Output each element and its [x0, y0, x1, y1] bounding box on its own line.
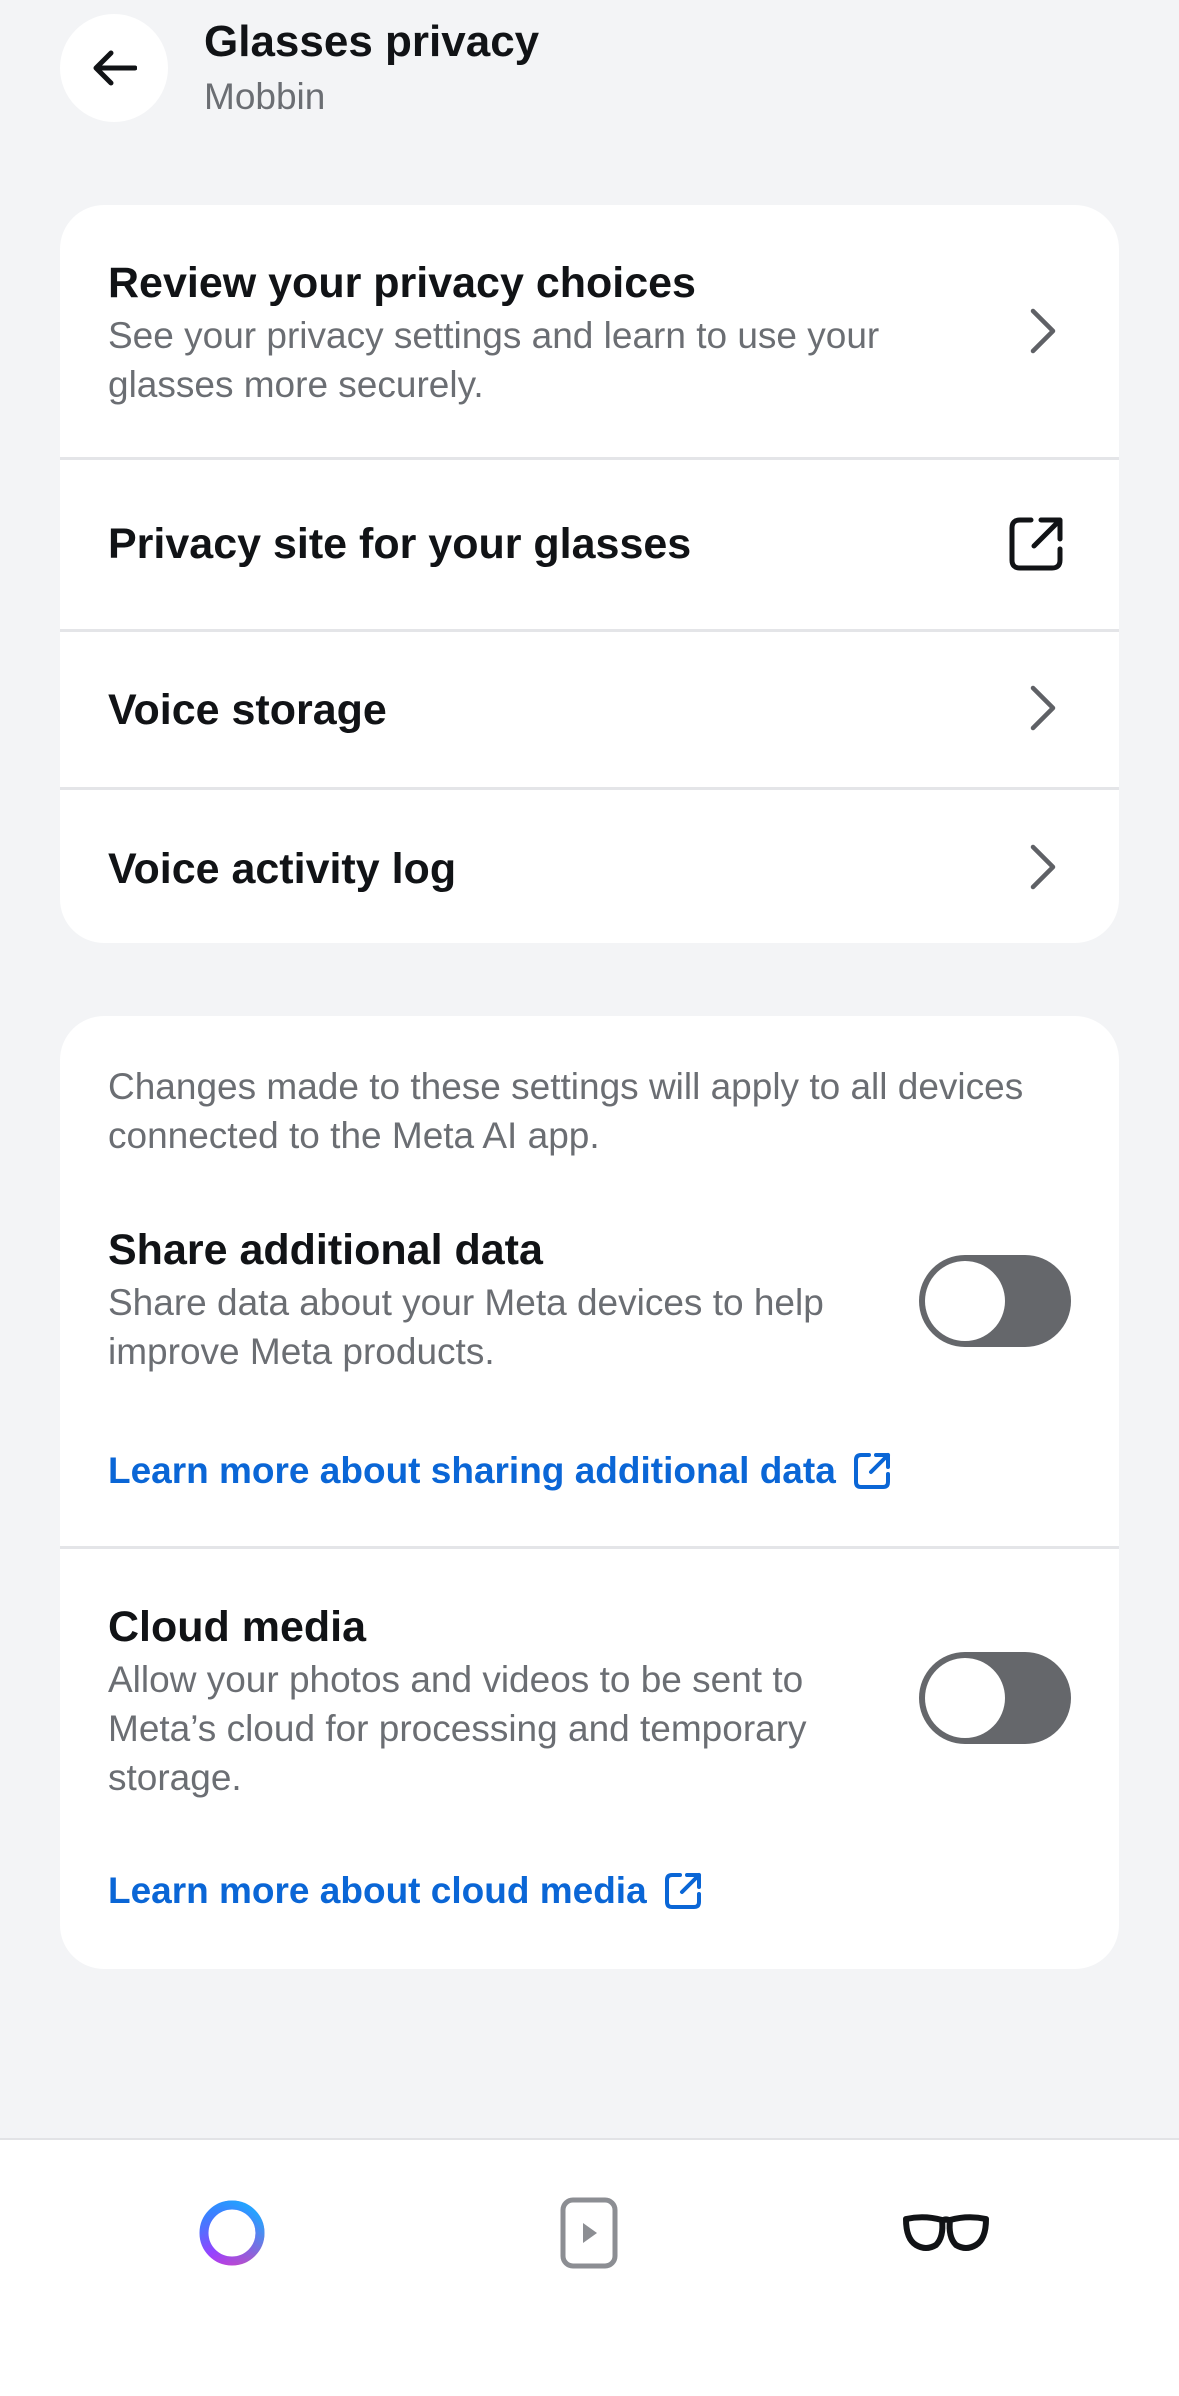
external-link-icon: [664, 1873, 701, 1909]
chevron-right-icon: [1030, 844, 1056, 890]
row-title: Voice storage: [108, 686, 387, 734]
cloud-media-section: Cloud media Allow your photos and videos…: [60, 1549, 1119, 1969]
privacy-site-row[interactable]: Privacy site for your glasses: [60, 460, 1119, 629]
external-link-icon: [1009, 517, 1063, 571]
page-subtitle: Mobbin: [204, 76, 326, 117]
meta-ai-ring-icon: [199, 2200, 265, 2266]
toggle-knob: [925, 1261, 1005, 1341]
nav-videos[interactable]: [529, 2178, 649, 2288]
review-privacy-choices-row[interactable]: Review your privacy choices See your pri…: [60, 205, 1119, 457]
arrow-left-icon: [93, 50, 137, 86]
chevron-right-icon: [1030, 685, 1056, 731]
nav-glasses[interactable]: [886, 2178, 1006, 2288]
row-title: Review your privacy choices: [108, 259, 696, 307]
share-data-learn-more-link[interactable]: Learn more about sharing additional data: [108, 1448, 892, 1494]
play-video-icon: [560, 2197, 618, 2269]
external-link-icon: [853, 1453, 890, 1489]
nav-meta-ai[interactable]: [172, 2178, 292, 2288]
header: Glasses privacy Mobbin: [0, 0, 1179, 150]
toggle-knob: [925, 1658, 1005, 1738]
share-data-title: Share additional data: [108, 1226, 543, 1274]
share-additional-data-section: Share additional data Share data about y…: [60, 1016, 1119, 1546]
share-data-toggle[interactable]: [919, 1255, 1071, 1347]
cloud-media-toggle[interactable]: [919, 1652, 1071, 1744]
link-label: Learn more about sharing additional data: [108, 1450, 836, 1491]
share-data-description: Share data about your Meta devices to he…: [108, 1282, 824, 1372]
glasses-icon: [903, 2214, 989, 2251]
cloud-media-learn-more-link[interactable]: Learn more about cloud media: [108, 1868, 703, 1914]
voice-activity-log-row[interactable]: Voice activity log: [60, 790, 1119, 943]
back-button[interactable]: [60, 14, 168, 122]
chevron-right-icon: [1030, 308, 1056, 354]
data-settings-card: Changes made to these settings will appl…: [60, 1016, 1119, 1969]
cloud-media-title: Cloud media: [108, 1603, 367, 1651]
voice-storage-row[interactable]: Voice storage: [60, 632, 1119, 787]
bottom-navigation: [0, 2138, 1179, 2396]
page-title: Glasses privacy: [204, 17, 540, 66]
cloud-media-description: Allow your photos and videos to be sent …: [108, 1659, 807, 1798]
row-description: See your privacy settings and learn to u…: [108, 315, 880, 405]
link-label: Learn more about cloud media: [108, 1870, 647, 1911]
row-title: Privacy site for your glasses: [108, 520, 692, 568]
row-title: Voice activity log: [108, 845, 457, 893]
privacy-options-card: Review your privacy choices See your pri…: [60, 205, 1119, 943]
